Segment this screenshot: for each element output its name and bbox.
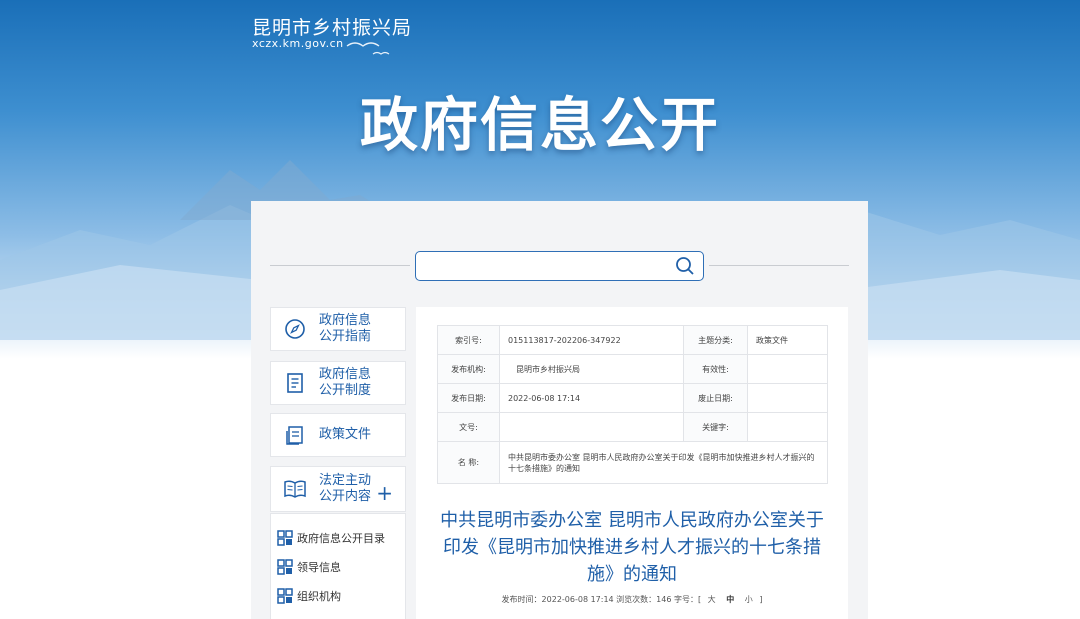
- publisher-value: 昆明市乡村振兴局: [499, 354, 684, 384]
- site-title[interactable]: 昆明市乡村振兴局: [252, 13, 412, 40]
- submenu-item-label: 组织机构: [297, 590, 341, 603]
- sidebar-item-label: 法定主动: [319, 473, 372, 488]
- sidebar-item-label: 公开指南: [319, 329, 372, 344]
- topic-label: 主题分类:: [683, 325, 748, 355]
- table-row: 发布机构: 昆明市乡村振兴局 有效性:: [437, 354, 828, 384]
- publisher-label: 发布机构:: [437, 354, 500, 384]
- font-size-medium-button[interactable]: 中: [726, 595, 734, 604]
- site-url[interactable]: xczx.km.gov.cn: [252, 37, 344, 50]
- grid-icon: [277, 559, 293, 575]
- hero-title: 政府信息公开: [359, 91, 720, 159]
- grid-icon: [277, 588, 293, 604]
- open-book-icon: [284, 480, 306, 498]
- validity-label: 有效性:: [683, 354, 748, 384]
- document-title-line: 施》的通知: [587, 564, 677, 585]
- sidebar-item-label: 公开内容: [319, 489, 372, 504]
- topic-value: 政策文件: [747, 325, 828, 355]
- publish-info-suffix: ]: [759, 595, 763, 604]
- sidebar-item-label: 政策文件: [319, 427, 372, 442]
- search-divider-left: [270, 265, 410, 266]
- table-row: 名 称: 中共昆明市委办公室 昆明市人民政府办公室关于印发《昆明市加快推进乡村人…: [437, 441, 828, 484]
- index-label: 索引号:: [437, 325, 500, 355]
- font-size-large-button[interactable]: 大: [708, 595, 716, 604]
- sidebar-item-policy-files[interactable]: 政策文件: [270, 413, 406, 457]
- main-panel: 政府信息 公开指南 政府信息 公开制度 政策文件 法定主动 公开内容 + 政府信…: [251, 201, 868, 619]
- search-icon[interactable]: [675, 256, 695, 276]
- sidebar-item-label: 政府信息: [319, 313, 372, 328]
- policy-file-icon: [286, 426, 303, 445]
- pubdate-label: 发布日期:: [437, 383, 500, 413]
- docno-label: 文号:: [437, 412, 500, 442]
- expire-label: 废止日期:: [683, 383, 748, 413]
- sidebar-item-statutory-content[interactable]: 法定主动 公开内容 +: [270, 466, 406, 512]
- table-row: 发布日期: 2022-06-08 17:14 废止日期:: [437, 383, 828, 413]
- document-title-line: 印发《昆明市加快推进乡村人才振兴的十七条措: [443, 537, 821, 558]
- submenu-item-label: 政府信息公开目录: [297, 532, 385, 545]
- font-size-small-button[interactable]: 小: [745, 595, 753, 604]
- grid-icon: [277, 530, 293, 546]
- submenu-item-leaders[interactable]: 领导信息: [277, 559, 341, 575]
- pubdate-value: 2022-06-08 17:14: [499, 383, 684, 413]
- search-divider-right: [709, 265, 849, 266]
- docno-value: [499, 412, 684, 442]
- name-value: 中共昆明市委办公室 昆明市人民政府办公室关于印发《昆明市加快推进乡村人才振兴的十…: [499, 441, 828, 484]
- sidebar-item-disclosure-system[interactable]: 政府信息 公开制度: [270, 361, 406, 405]
- document-list-icon: [287, 373, 303, 393]
- publish-info: 发布时间：2022-06-08 17:14 浏览次数：146 字号：[: [501, 595, 702, 604]
- document-title: 中共昆明市委办公室 昆明市人民政府办公室关于 印发《昆明市加快推进乡村人才振兴的…: [434, 507, 830, 588]
- search-input[interactable]: [424, 252, 664, 280]
- validity-value: [747, 354, 828, 384]
- sidebar-item-disclosure-guide[interactable]: 政府信息 公开指南: [270, 307, 406, 351]
- submenu-item-label: 领导信息: [297, 561, 341, 574]
- birds-icon: [346, 42, 390, 55]
- index-value: 015113817-202206-347922: [499, 325, 684, 355]
- compass-icon: [285, 319, 305, 339]
- search-box[interactable]: [415, 251, 704, 281]
- table-row: 索引号: 015113817-202206-347922 主题分类: 政策文件: [437, 325, 828, 355]
- expand-plus-icon[interactable]: +: [376, 481, 393, 505]
- keyword-label: 关键字:: [683, 412, 748, 442]
- sidebar-item-label: 政府信息: [319, 367, 372, 382]
- sidebar-item-label: 公开制度: [319, 383, 372, 398]
- document-title-line: 中共昆明市委办公室 昆明市人民政府办公室关于: [440, 510, 824, 531]
- table-row: 文号: 关键字:: [437, 412, 828, 442]
- expire-value: [747, 383, 828, 413]
- document-info: 发布时间：2022-06-08 17:14 浏览次数：146 字号：[ 大 中 …: [416, 594, 848, 605]
- submenu-item-organization[interactable]: 组织机构: [277, 588, 341, 604]
- name-label: 名 称:: [437, 441, 500, 484]
- content-area: 索引号: 015113817-202206-347922 主题分类: 政策文件 …: [416, 307, 848, 619]
- submenu: 政府信息公开目录 领导信息 组织机构: [270, 513, 406, 619]
- keyword-value: [747, 412, 828, 442]
- meta-table: 索引号: 015113817-202206-347922 主题分类: 政策文件 …: [437, 325, 828, 484]
- submenu-item-catalog[interactable]: 政府信息公开目录: [277, 530, 385, 546]
